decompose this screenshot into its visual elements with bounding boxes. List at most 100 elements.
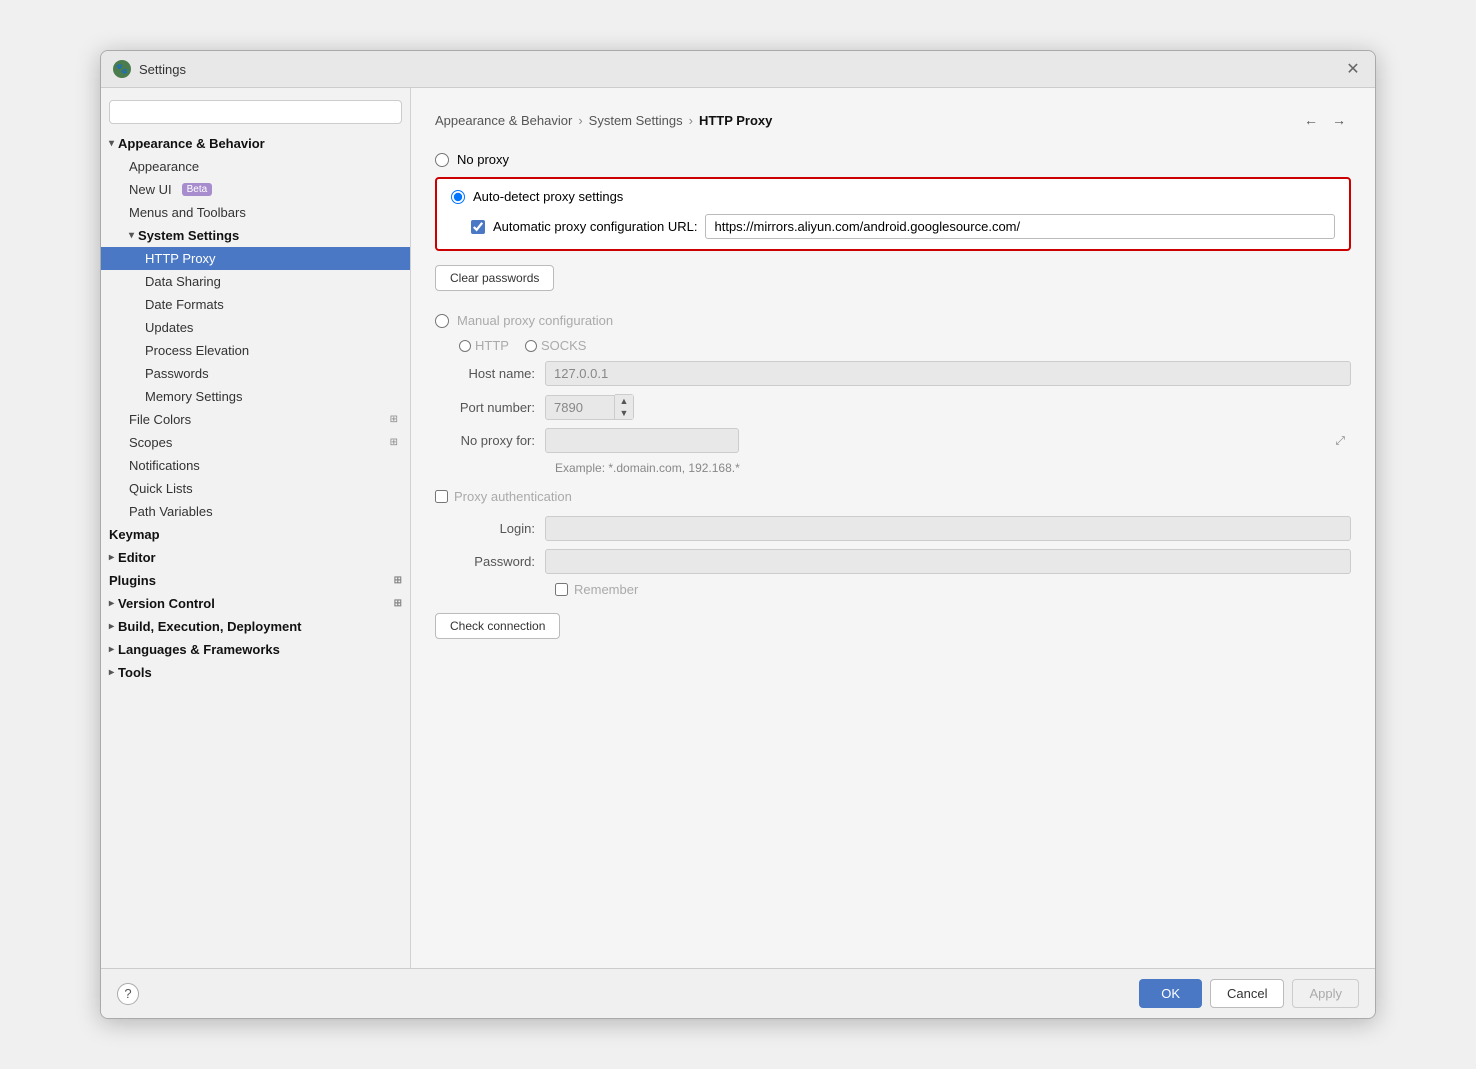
- auto-config-row: Automatic proxy configuration URL:: [471, 214, 1335, 239]
- port-decrement-button[interactable]: ▼: [615, 407, 633, 419]
- close-button[interactable]: ✕: [1343, 59, 1363, 79]
- sidebar-item-appearance[interactable]: Appearance: [101, 155, 410, 178]
- app-icon: 🐾: [113, 60, 131, 78]
- hostname-row: Host name:: [435, 361, 1351, 386]
- login-input[interactable]: [545, 516, 1351, 541]
- manual-proxy-label[interactable]: Manual proxy configuration: [457, 313, 613, 328]
- settings-icon: ⊞: [394, 575, 402, 586]
- sidebar-item-system-settings[interactable]: ▾ System Settings: [101, 224, 410, 247]
- breadcrumb: Appearance & Behavior › System Settings …: [435, 108, 1351, 132]
- sidebar-item-languages-frameworks[interactable]: ▸ Languages & Frameworks: [101, 638, 410, 661]
- ok-button[interactable]: OK: [1139, 979, 1202, 1008]
- noproxy-input[interactable]: [545, 428, 739, 453]
- remember-label[interactable]: Remember: [574, 582, 638, 597]
- sidebar-section-label: Appearance & Behavior: [118, 136, 265, 151]
- sidebar-item-keymap[interactable]: Keymap: [101, 523, 410, 546]
- breadcrumb-part1: Appearance & Behavior: [435, 113, 572, 128]
- sidebar-item-label: Memory Settings: [145, 389, 243, 404]
- settings-icon: ⊞: [390, 437, 398, 448]
- remember-row: Remember: [555, 582, 1351, 597]
- port-increment-button[interactable]: ▲: [615, 395, 633, 407]
- auto-detect-label[interactable]: Auto-detect proxy settings: [473, 189, 623, 204]
- proxy-auth-checkbox[interactable]: [435, 490, 448, 503]
- apply-button[interactable]: Apply: [1292, 979, 1359, 1008]
- noproxy-row: No proxy for: ⤢: [435, 428, 1351, 453]
- sidebar-item-path-variables[interactable]: Path Variables: [101, 500, 410, 523]
- sidebar-item-data-sharing[interactable]: Data Sharing: [101, 270, 410, 293]
- cancel-button[interactable]: Cancel: [1210, 979, 1284, 1008]
- breadcrumb-part3: HTTP Proxy: [699, 113, 772, 128]
- no-proxy-row: No proxy: [435, 152, 1351, 167]
- sidebar-item-date-formats[interactable]: Date Formats: [101, 293, 410, 316]
- hostname-label: Host name:: [435, 366, 545, 381]
- sidebar-item-quick-lists[interactable]: Quick Lists: [101, 477, 410, 500]
- sidebar-item-new-ui[interactable]: New UI Beta: [101, 178, 410, 201]
- socks-protocol-radio[interactable]: [525, 340, 537, 352]
- sidebar-item-http-proxy[interactable]: HTTP Proxy: [101, 247, 410, 270]
- sidebar-item-label: Date Formats: [145, 297, 224, 312]
- proxy-auth-label[interactable]: Proxy authentication: [454, 489, 572, 504]
- port-input[interactable]: [545, 395, 615, 420]
- auth-section: Proxy authentication Login: Password:: [435, 485, 1351, 597]
- no-proxy-radio[interactable]: [435, 153, 449, 167]
- sidebar-item-appearance-behavior[interactable]: ▾ Appearance & Behavior: [101, 132, 410, 155]
- no-proxy-label[interactable]: No proxy: [457, 152, 509, 167]
- sidebar-item-updates[interactable]: Updates: [101, 316, 410, 339]
- port-label: Port number:: [435, 400, 545, 415]
- sidebar-section-label: System Settings: [138, 228, 239, 243]
- port-row: Port number: ▲ ▼: [435, 394, 1351, 420]
- manual-proxy-radio[interactable]: [435, 314, 449, 328]
- search-input[interactable]: [109, 100, 402, 124]
- sidebar-item-label: Appearance: [129, 159, 199, 174]
- breadcrumb-sep2: ›: [689, 113, 693, 128]
- sidebar-item-scopes[interactable]: Scopes ⊞: [101, 431, 410, 454]
- sidebar-item-process-elevation[interactable]: Process Elevation: [101, 339, 410, 362]
- sidebar-section-label: Version Control: [118, 596, 215, 611]
- breadcrumb-sep1: ›: [578, 113, 582, 128]
- settings-icon: ⊞: [390, 414, 398, 425]
- sidebar-item-label: New UI: [129, 182, 172, 197]
- content-area: Appearance & Behavior › System Settings …: [411, 88, 1375, 968]
- hostname-input[interactable]: [545, 361, 1351, 386]
- nav-back-button[interactable]: ←: [1299, 108, 1323, 132]
- sidebar-item-build-execution[interactable]: ▸ Build, Execution, Deployment: [101, 615, 410, 638]
- footer-right: OK Cancel Apply: [1139, 979, 1359, 1008]
- auto-config-checkbox[interactable]: [471, 220, 485, 234]
- noproxy-example: Example: *.domain.com, 192.168.*: [555, 461, 1351, 475]
- sidebar-item-label: Updates: [145, 320, 193, 335]
- check-connection-button[interactable]: Check connection: [435, 613, 560, 639]
- noproxy-wrapper: ⤢: [545, 428, 1351, 453]
- socks-protocol-label[interactable]: SOCKS: [525, 338, 587, 353]
- sidebar-item-label: Passwords: [145, 366, 209, 381]
- password-label: Password:: [435, 554, 545, 569]
- sidebar-item-label: Process Elevation: [145, 343, 249, 358]
- sidebar-item-editor[interactable]: ▸ Editor: [101, 546, 410, 569]
- auto-detect-row: Auto-detect proxy settings: [451, 189, 1335, 204]
- remember-checkbox[interactable]: [555, 583, 568, 596]
- sidebar-section-label: Build, Execution, Deployment: [118, 619, 301, 634]
- nav-arrows: ← →: [1299, 108, 1351, 132]
- sidebar-item-menus-toolbars[interactable]: Menus and Toolbars: [101, 201, 410, 224]
- password-input[interactable]: [545, 549, 1351, 574]
- sidebar-item-label: File Colors: [129, 412, 191, 427]
- sidebar-item-file-colors[interactable]: File Colors ⊞: [101, 408, 410, 431]
- http-protocol-radio[interactable]: [459, 340, 471, 352]
- sidebar-section-label: Editor: [118, 550, 156, 565]
- sidebar-item-passwords[interactable]: Passwords: [101, 362, 410, 385]
- password-row: Password:: [435, 549, 1351, 574]
- sidebar-section-label: Tools: [118, 665, 152, 680]
- nav-forward-button[interactable]: →: [1327, 108, 1351, 132]
- sidebar-item-notifications[interactable]: Notifications: [101, 454, 410, 477]
- sidebar-item-tools[interactable]: ▸ Tools: [101, 661, 410, 684]
- auto-detect-radio[interactable]: [451, 190, 465, 204]
- http-protocol-label[interactable]: HTTP: [459, 338, 509, 353]
- clear-passwords-button[interactable]: Clear passwords: [435, 265, 554, 291]
- sidebar-item-plugins[interactable]: Plugins ⊞: [101, 569, 410, 592]
- help-button[interactable]: ?: [117, 983, 139, 1005]
- sidebar-item-version-control[interactable]: ▸ Version Control ⊞: [101, 592, 410, 615]
- sidebar-item-memory-settings[interactable]: Memory Settings: [101, 385, 410, 408]
- sidebar-item-label: Quick Lists: [129, 481, 193, 496]
- sidebar-item-label: Path Variables: [129, 504, 213, 519]
- auto-config-url-input[interactable]: [705, 214, 1335, 239]
- auto-config-label[interactable]: Automatic proxy configuration URL:: [493, 219, 697, 234]
